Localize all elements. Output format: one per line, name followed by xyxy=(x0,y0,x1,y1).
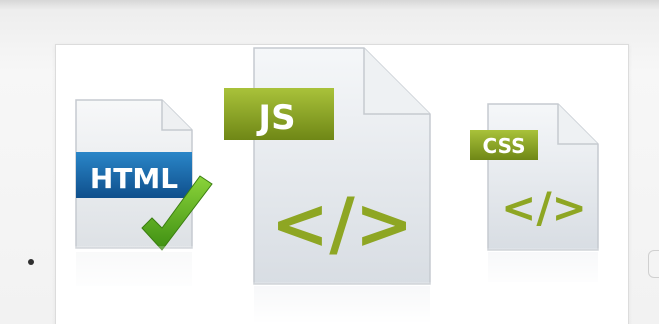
js-document-icon: JS </> xyxy=(222,47,437,324)
css-label: CSS xyxy=(483,134,526,158)
carousel-dot[interactable] xyxy=(28,259,34,265)
html-label: HTML xyxy=(90,162,178,195)
carousel-next-handle[interactable] xyxy=(648,250,659,278)
js-code-symbol: </> xyxy=(271,183,414,265)
top-edge xyxy=(0,0,659,10)
css-code-symbol: </> xyxy=(501,183,587,232)
html-document-icon: HTML xyxy=(70,99,220,296)
css-document-icon: CSS </> xyxy=(466,103,606,290)
js-label: JS xyxy=(256,98,295,138)
screenshot-stage: HTML JS </> CSS </> xyxy=(0,0,659,324)
